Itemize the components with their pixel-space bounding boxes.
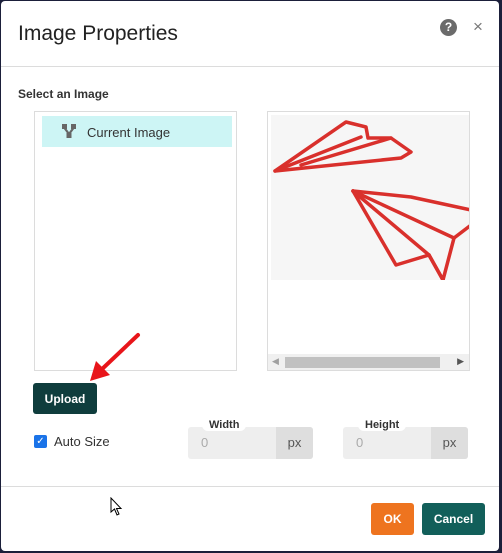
red-arrow-annotation-icon bbox=[90, 333, 140, 381]
list-item-current-image[interactable]: Current Image bbox=[42, 116, 232, 147]
scroll-right-icon[interactable]: ▶ bbox=[457, 356, 464, 367]
help-icon[interactable]: ? bbox=[440, 19, 457, 36]
horizontal-scrollbar[interactable]: ◀ ▶ bbox=[268, 354, 469, 370]
mouse-cursor-icon bbox=[110, 497, 123, 516]
width-field[interactable]: 0 px bbox=[188, 427, 313, 459]
auto-size-checkbox[interactable]: ✓ bbox=[34, 435, 47, 448]
width-input[interactable]: 0 bbox=[201, 435, 208, 450]
list-item-label: Current Image bbox=[87, 125, 171, 140]
height-unit: px bbox=[431, 427, 468, 459]
cancel-button[interactable]: Cancel bbox=[422, 503, 485, 535]
footer-divider bbox=[1, 486, 499, 487]
close-icon[interactable]: × bbox=[473, 17, 483, 37]
dialog-title: Image Properties bbox=[18, 22, 178, 45]
height-field[interactable]: 0 px bbox=[343, 427, 468, 459]
height-input[interactable]: 0 bbox=[356, 435, 363, 450]
image-preview: ◀ ▶ bbox=[267, 111, 470, 371]
height-label: Height bbox=[358, 419, 407, 431]
paper-airplanes-image bbox=[271, 115, 469, 280]
width-label: Width bbox=[202, 419, 247, 431]
upload-button[interactable]: Upload bbox=[33, 383, 97, 414]
width-unit: px bbox=[276, 427, 313, 459]
dialog-header: Image Properties ? × bbox=[1, 1, 499, 67]
scrollbar-thumb[interactable] bbox=[285, 357, 440, 368]
scroll-left-icon[interactable]: ◀ bbox=[272, 356, 279, 367]
ok-button[interactable]: OK bbox=[371, 503, 414, 535]
select-image-label: Select an Image bbox=[18, 87, 109, 101]
auto-size-label: Auto Size bbox=[54, 434, 110, 449]
tree-icon bbox=[62, 124, 76, 138]
image-properties-dialog: Image Properties ? × Select an Image Cur… bbox=[1, 1, 499, 551]
